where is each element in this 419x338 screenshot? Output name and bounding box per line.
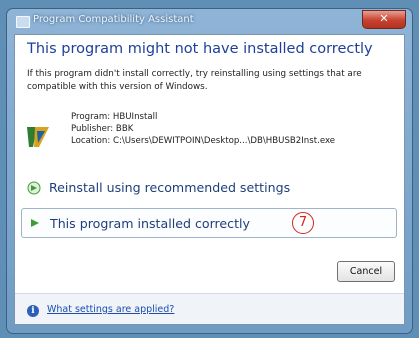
dialog-description: If this program didn't install correctly… [27,69,362,92]
reinstall-recommended-option[interactable]: Reinstall using recommended settings [21,174,397,202]
close-button[interactable]: ✕ [362,10,406,29]
green-arrow-icon [27,181,41,195]
info-icon: i [27,305,39,317]
reinstall-option-label: Reinstall using recommended settings [49,180,291,195]
program-publisher: Publisher: BBK [71,124,134,134]
green-arrow-icon [31,219,39,227]
dialog-content: This program might not have installed co… [14,34,405,325]
title-bar[interactable]: Program Compatibility Assistant ✕ [7,9,412,35]
dialog-footer: i What settings are applied? [15,293,404,324]
step-number-badge: 7 [292,212,314,234]
window-title: Program Compatibility Assistant [33,14,194,25]
settings-applied-link[interactable]: What settings are applied? [47,304,174,315]
window-app-icon [16,16,30,28]
program-compatibility-dialog: Program Compatibility Assistant ✕ This p… [6,8,413,334]
program-details: Program: HBUInstall Publisher: BBK Locat… [27,111,336,147]
cancel-button[interactable]: Cancel [337,261,395,282]
installed-correctly-option[interactable]: This program installed correctly 7 [21,208,397,238]
program-location: Location: C:\Users\DEWITPOIN\Desktop...\… [71,136,336,146]
program-name: Program: HBUInstall [71,112,158,122]
installed-option-label: This program installed correctly [50,216,250,231]
dialog-heading: This program might not have installed co… [27,41,373,57]
program-icon [27,127,49,147]
